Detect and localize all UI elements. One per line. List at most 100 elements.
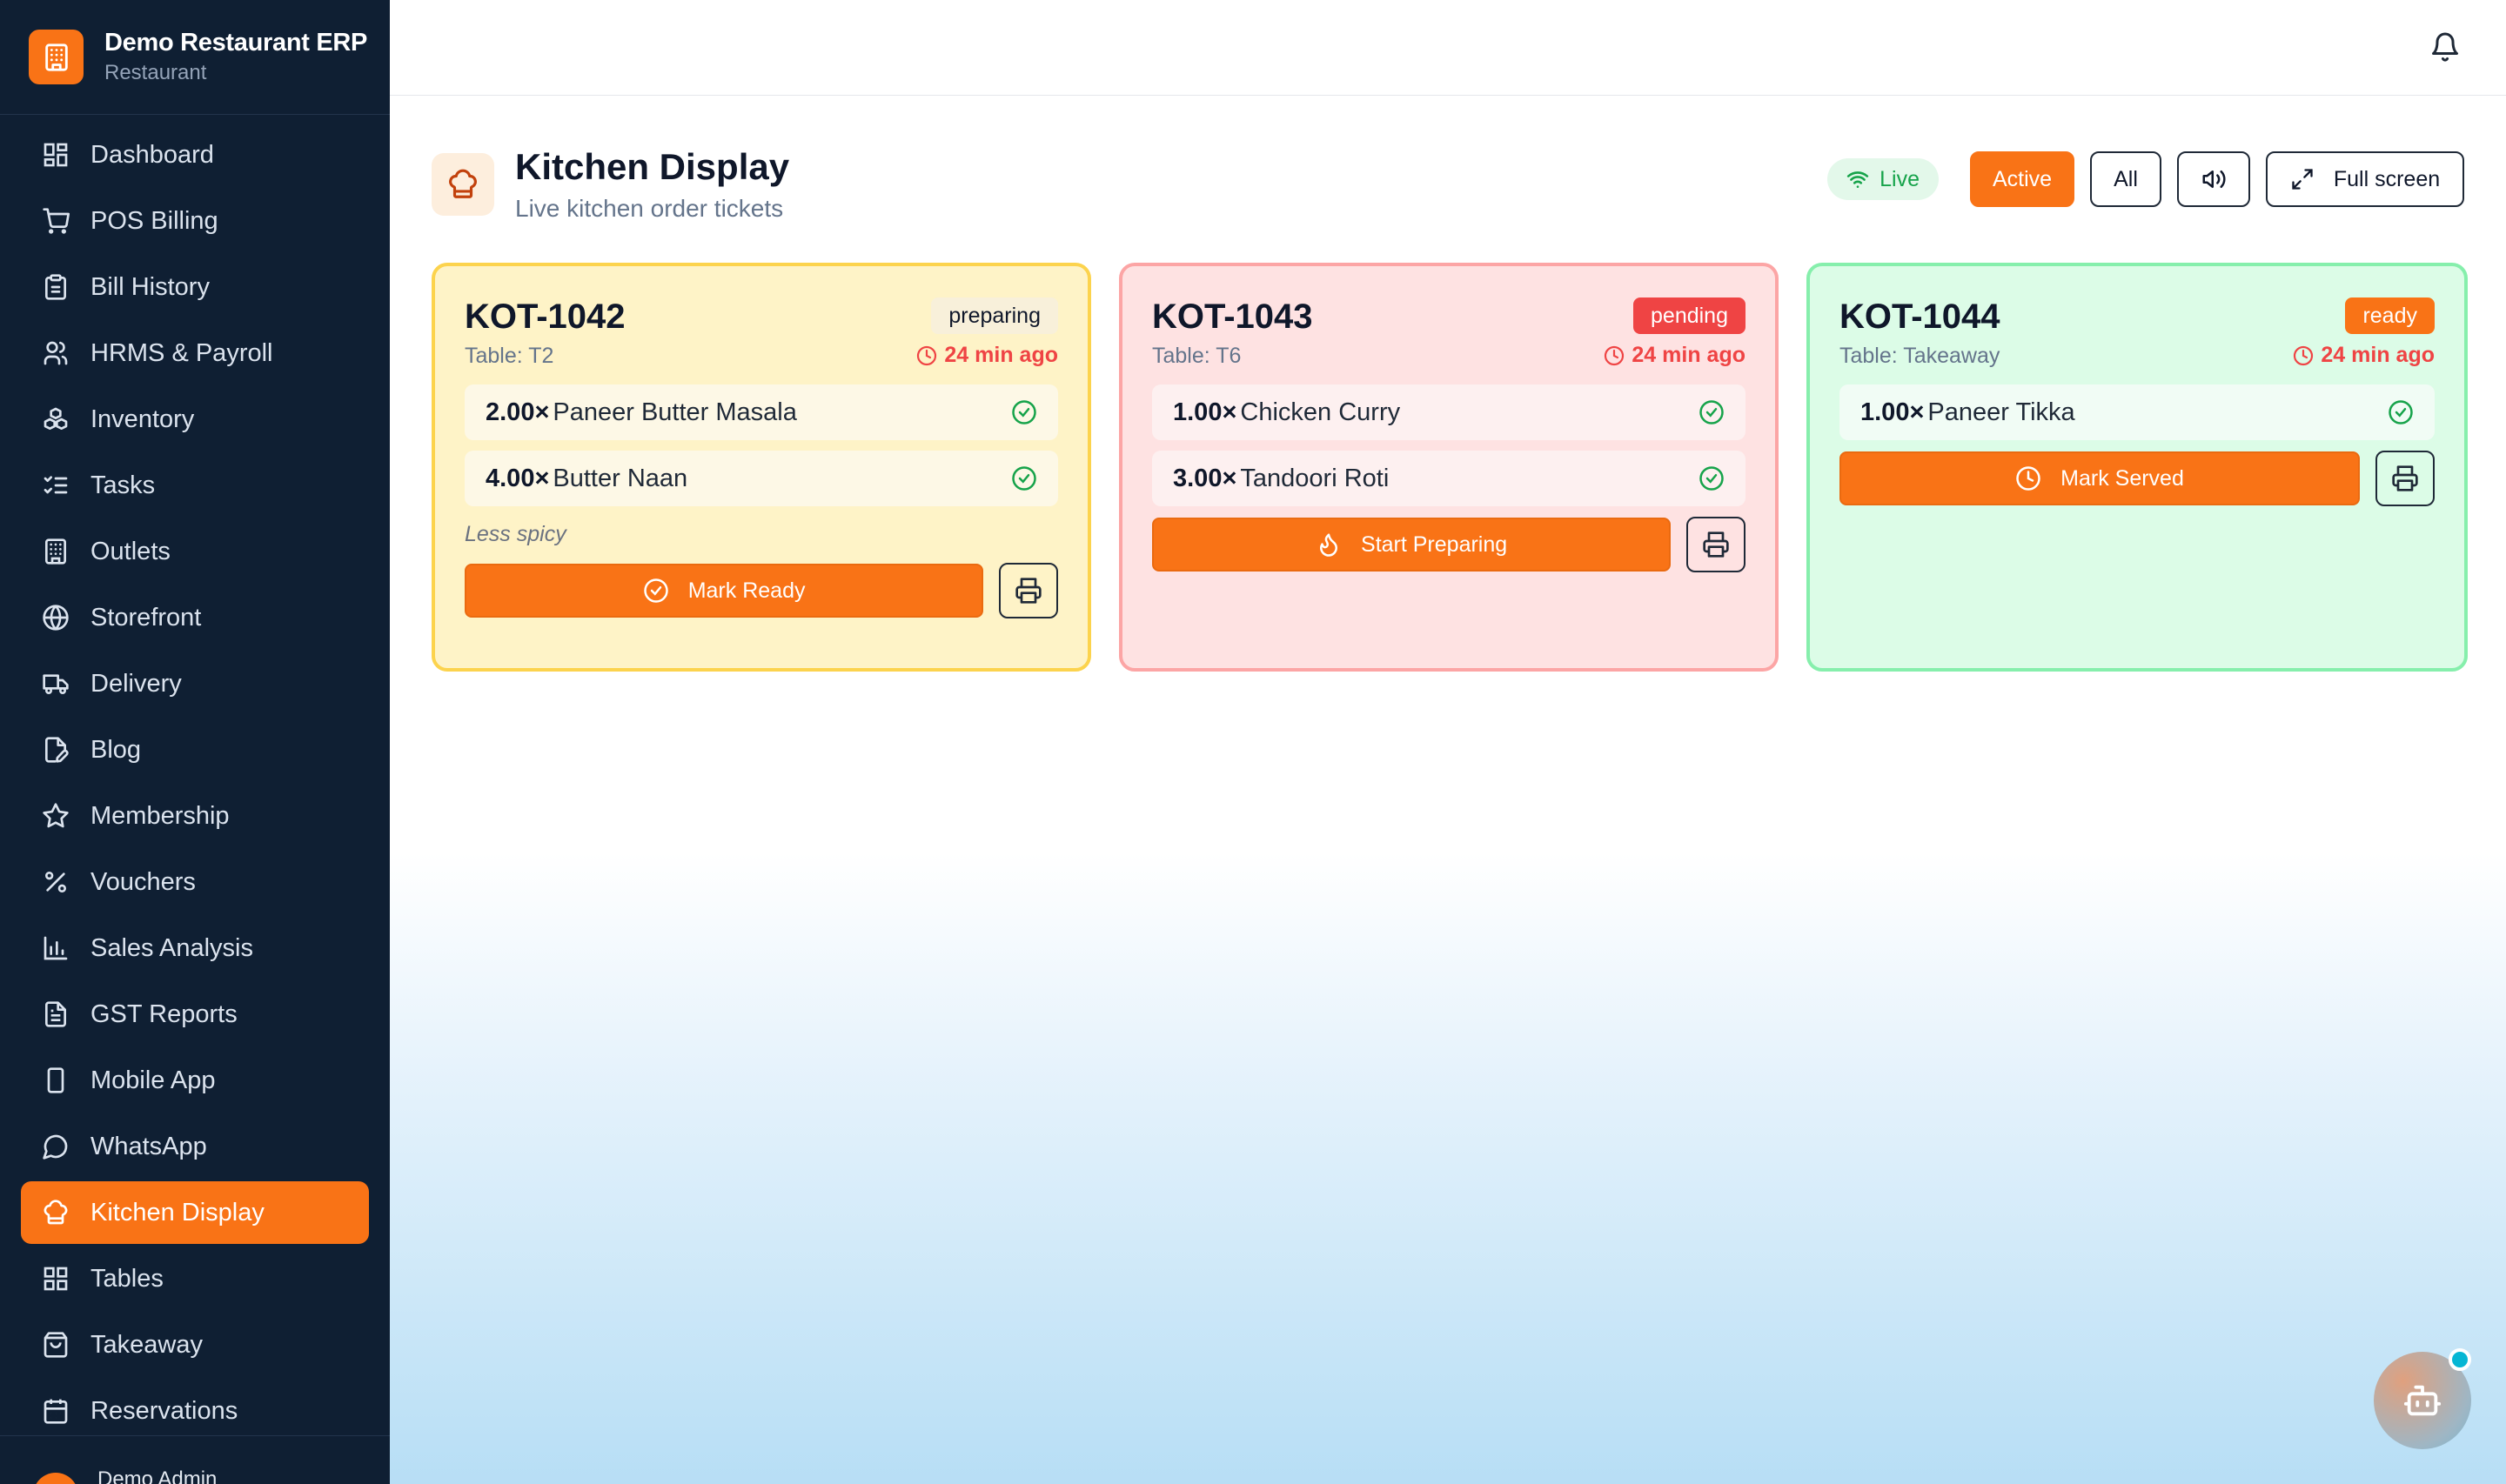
mark-served-label: Mark Served — [2060, 465, 2184, 491]
check-circle-icon[interactable] — [2388, 399, 2414, 425]
sidebar-item-label: Vouchers — [90, 867, 196, 896]
grid-icon — [44, 1267, 68, 1291]
sidebar-item-kitchen-display[interactable]: Kitchen Display — [21, 1181, 369, 1244]
sidebar-item-label: WhatsApp — [90, 1132, 207, 1160]
fullscreen-label: Full screen — [2333, 166, 2441, 191]
sidebar-item-label: Dashboard — [90, 140, 214, 169]
list-item[interactable]: 1.00× Paneer Tikka — [1839, 384, 2435, 440]
user-name: Demo Admin — [97, 1467, 218, 1484]
sidebar-item-bill-history[interactable]: Bill History — [21, 256, 369, 318]
sidebar-item-tasks[interactable]: Tasks — [21, 454, 369, 517]
list-item[interactable]: 3.00× Tandoori Roti — [1152, 451, 1745, 506]
print-button[interactable] — [1686, 517, 1745, 572]
maximize-icon — [2292, 169, 2313, 190]
sidebar-item-label: Kitchen Display — [90, 1198, 265, 1227]
sidebar-item-outlets[interactable]: Outlets — [21, 520, 369, 583]
bar-chart-icon — [44, 936, 68, 960]
main-content: Kitchen Display Live kitchen order ticke… — [390, 0, 2506, 1484]
ticket-age-label: 24 min ago — [2321, 343, 2435, 367]
clock-icon — [917, 345, 937, 365]
brand[interactable]: Demo Restaurant ERP Restaurant — [0, 0, 390, 115]
sound-toggle-button[interactable] — [2177, 151, 2250, 207]
start-preparing-label: Start Preparing — [1361, 531, 1508, 557]
check-circle-icon[interactable] — [1011, 465, 1037, 491]
user-bar[interactable]: Demo Admin — [0, 1435, 390, 1484]
sidebar-nav: Dashboard POS Billing Bill History HRMS … — [0, 115, 390, 1442]
check-circle-icon[interactable] — [1699, 465, 1725, 491]
sidebar-item-label: Membership — [90, 801, 230, 830]
checklist-icon — [44, 476, 68, 494]
sidebar-item-vouchers[interactable]: Vouchers — [21, 851, 369, 913]
sidebar-item-label: Blog — [90, 735, 142, 764]
users-icon — [44, 341, 68, 365]
sidebar-item-label: Delivery — [90, 669, 182, 698]
sidebar-item-blog[interactable]: Blog — [21, 719, 369, 781]
sidebar-item-gst-reports[interactable]: GST Reports — [21, 983, 369, 1046]
sidebar-item-tables[interactable]: Tables — [21, 1247, 369, 1310]
avatar — [33, 1473, 78, 1484]
list-item[interactable]: 1.00× Chicken Curry — [1152, 384, 1745, 440]
sidebar-item-label: Reservations — [90, 1396, 238, 1425]
star-icon — [43, 803, 69, 828]
sidebar-item-delivery[interactable]: Delivery — [21, 652, 369, 715]
sidebar-item-sales-analysis[interactable]: Sales Analysis — [21, 917, 369, 979]
list-item[interactable]: 2.00× Paneer Butter Masala — [465, 384, 1058, 440]
check-circle-icon — [643, 578, 668, 603]
clock-icon — [1605, 345, 1625, 365]
ticket-table: Table: Takeaway — [1839, 344, 2000, 368]
ticket-table: Table: T6 — [1152, 344, 1242, 368]
sidebar-item-label: Tasks — [90, 471, 156, 499]
boxes-icon — [44, 407, 68, 430]
shopping-bag-icon — [44, 1332, 68, 1358]
sidebar-item-inventory[interactable]: Inventory — [21, 388, 369, 451]
sidebar-item-pos-billing[interactable]: POS Billing — [21, 190, 369, 252]
ticket-grid: KOT-1042 Table: T2 preparing 24 min ago … — [432, 263, 2496, 672]
ticket-card: KOT-1044 Table: Takeaway ready 24 min ag… — [1806, 263, 2468, 672]
page-header: Kitchen Display Live kitchen order ticke… — [432, 146, 789, 223]
filter-active-button[interactable]: Active — [1970, 151, 2074, 207]
bell-icon[interactable] — [2429, 31, 2461, 63]
sidebar-item-membership[interactable]: Membership — [21, 785, 369, 847]
building-icon — [29, 30, 84, 84]
print-button[interactable] — [999, 563, 1058, 618]
wifi-icon — [1846, 171, 1869, 188]
sidebar-item-hrms-payroll[interactable]: HRMS & Payroll — [21, 322, 369, 384]
sidebar-item-reservations[interactable]: Reservations — [21, 1380, 369, 1442]
assistant-chat-button[interactable] — [2374, 1348, 2471, 1449]
sidebar-item-label: GST Reports — [90, 999, 238, 1028]
calendar-icon — [44, 1399, 68, 1424]
list-item[interactable]: 4.00× Butter Naan — [465, 451, 1058, 506]
notification-dot — [2449, 1348, 2471, 1371]
ticket-number: KOT-1043 — [1152, 297, 1313, 336]
percent-icon — [45, 872, 66, 892]
fullscreen-button[interactable]: Full screen — [2266, 151, 2464, 207]
sidebar-item-takeaway[interactable]: Takeaway — [21, 1314, 369, 1376]
sidebar-item-whatsapp[interactable]: WhatsApp — [21, 1115, 369, 1178]
check-circle-icon[interactable] — [1699, 399, 1725, 425]
filter-all-button[interactable]: All — [2090, 151, 2161, 207]
mark-ready-button[interactable]: Mark Ready — [465, 564, 984, 618]
mark-served-button[interactable]: Mark Served — [1839, 451, 2360, 505]
ticket-number: KOT-1042 — [465, 297, 626, 336]
clock-icon — [2016, 466, 2040, 491]
display-controls: Live Active All Full screen — [1827, 151, 2464, 207]
sidebar-item-mobile-app[interactable]: Mobile App — [21, 1049, 369, 1112]
sidebar-item-label: POS Billing — [90, 206, 218, 235]
status-badge: preparing — [931, 297, 1058, 334]
ticket-age: 24 min ago — [1604, 343, 1745, 368]
truck-icon — [43, 674, 69, 694]
ticket-table: Table: T2 — [465, 344, 554, 368]
volume-icon — [2202, 170, 2226, 188]
item-name: Chicken Curry — [1240, 398, 1401, 426]
check-circle-icon[interactable] — [1011, 399, 1037, 425]
printer-icon — [1703, 531, 1729, 558]
sidebar-item-storefront[interactable]: Storefront — [21, 586, 369, 649]
sidebar-item-dashboard[interactable]: Dashboard — [21, 124, 369, 186]
ticket-age-label: 24 min ago — [944, 343, 1058, 367]
sidebar-item-label: HRMS & Payroll — [90, 338, 273, 367]
ticket-card: KOT-1042 Table: T2 preparing 24 min ago … — [432, 263, 1091, 672]
start-preparing-button[interactable]: Start Preparing — [1152, 518, 1672, 572]
clock-icon — [2294, 345, 2314, 365]
ticket-number: KOT-1044 — [1839, 297, 2000, 336]
print-button[interactable] — [2375, 451, 2435, 506]
